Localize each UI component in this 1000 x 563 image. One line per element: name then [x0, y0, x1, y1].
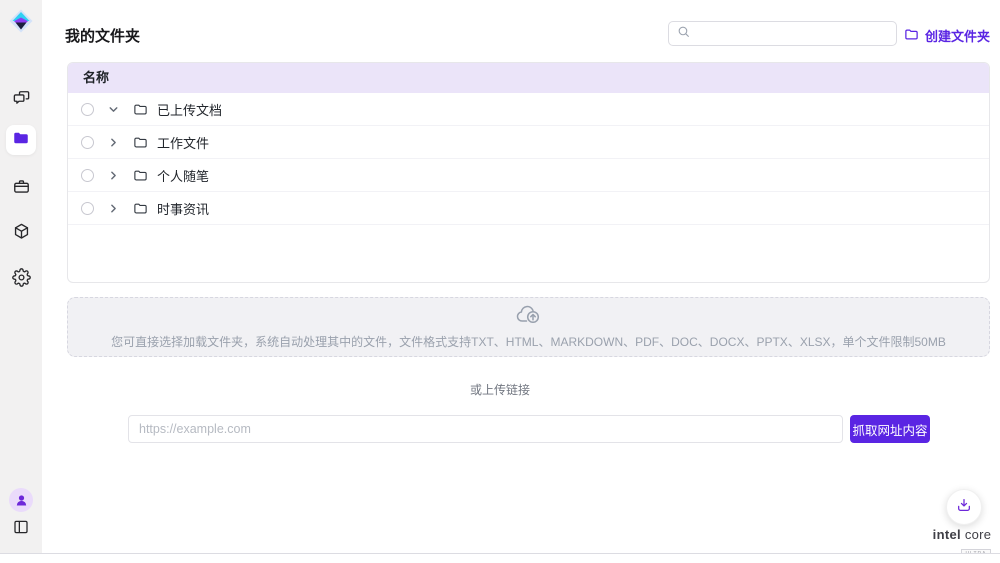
window-bottom-edge	[0, 553, 1000, 563]
folder-plus-icon	[904, 27, 919, 45]
sidebar-item-chat[interactable]	[0, 87, 42, 111]
folder-icon	[133, 102, 148, 117]
download-float-button[interactable]	[946, 489, 982, 525]
folder-name[interactable]: 时事资讯	[157, 199, 209, 218]
search-icon	[677, 25, 690, 43]
row-checkbox[interactable]	[81, 202, 94, 215]
folder-icon	[133, 135, 148, 150]
folder-name[interactable]: 已上传文档	[157, 100, 222, 119]
table-row[interactable]: 工作文件	[68, 126, 989, 159]
cloud-upload-icon	[516, 304, 542, 330]
chevron-down-icon[interactable]	[107, 103, 120, 116]
search-box[interactable]	[668, 21, 897, 46]
row-checkbox[interactable]	[81, 169, 94, 182]
url-input[interactable]	[128, 415, 843, 443]
sidebar-item-folders[interactable]	[0, 125, 42, 155]
briefcase-icon	[12, 177, 31, 201]
or-upload-link-label: 或上传链接	[0, 381, 1000, 398]
row-checkbox[interactable]	[81, 103, 94, 116]
folder-name[interactable]: 个人随笔	[157, 166, 209, 185]
cube-icon	[12, 222, 31, 246]
sidebar-item-cube[interactable]	[0, 222, 42, 246]
row-checkbox[interactable]	[81, 136, 94, 149]
avatar	[9, 488, 33, 512]
folder-icon	[133, 168, 148, 183]
upload-dropzone[interactable]: 您可直接选择加载文件夹，系统自动处理其中的文件，文件格式支持TXT、HTML、M…	[67, 297, 990, 357]
folder-name[interactable]: 工作文件	[157, 133, 209, 152]
download-icon	[956, 497, 972, 518]
folder-icon	[133, 201, 148, 216]
sidebar-item-panel-toggle[interactable]	[0, 518, 42, 541]
sidebar	[0, 0, 42, 553]
folder-icon	[12, 129, 30, 152]
create-folder-label: 创建文件夹	[925, 26, 990, 45]
panel-layout-icon	[12, 518, 30, 541]
chevron-right-icon[interactable]	[107, 202, 120, 215]
upload-hint: 您可直接选择加载文件夹，系统自动处理其中的文件，文件格式支持TXT、HTML、M…	[111, 333, 946, 350]
table-header-name: 名称	[68, 63, 989, 93]
sidebar-item-settings[interactable]	[0, 268, 42, 292]
fetch-url-button[interactable]: 抓取网址内容	[850, 415, 930, 443]
page-title: 我的文件夹	[65, 25, 140, 46]
sidebar-item-profile[interactable]	[0, 488, 42, 512]
chevron-right-icon[interactable]	[107, 136, 120, 149]
core-logo-text: core	[965, 527, 992, 542]
sidebar-item-toolbox[interactable]	[0, 177, 42, 201]
create-folder-button[interactable]: 创建文件夹	[904, 26, 990, 45]
table-row[interactable]: 时事资讯	[68, 192, 989, 225]
table-row[interactable]: 已上传文档	[68, 93, 989, 126]
sidebar-active-indicator	[6, 125, 36, 155]
intel-logo-text: intel	[933, 527, 961, 542]
chat-icon	[12, 87, 31, 111]
app-logo-icon[interactable]	[7, 7, 35, 35]
folder-table: 名称 已上传文档 工作文件 个人随笔	[67, 62, 990, 283]
gear-icon	[12, 268, 31, 292]
search-input[interactable]	[696, 22, 896, 45]
chevron-right-icon[interactable]	[107, 169, 120, 182]
table-row[interactable]: 个人随笔	[68, 159, 989, 192]
